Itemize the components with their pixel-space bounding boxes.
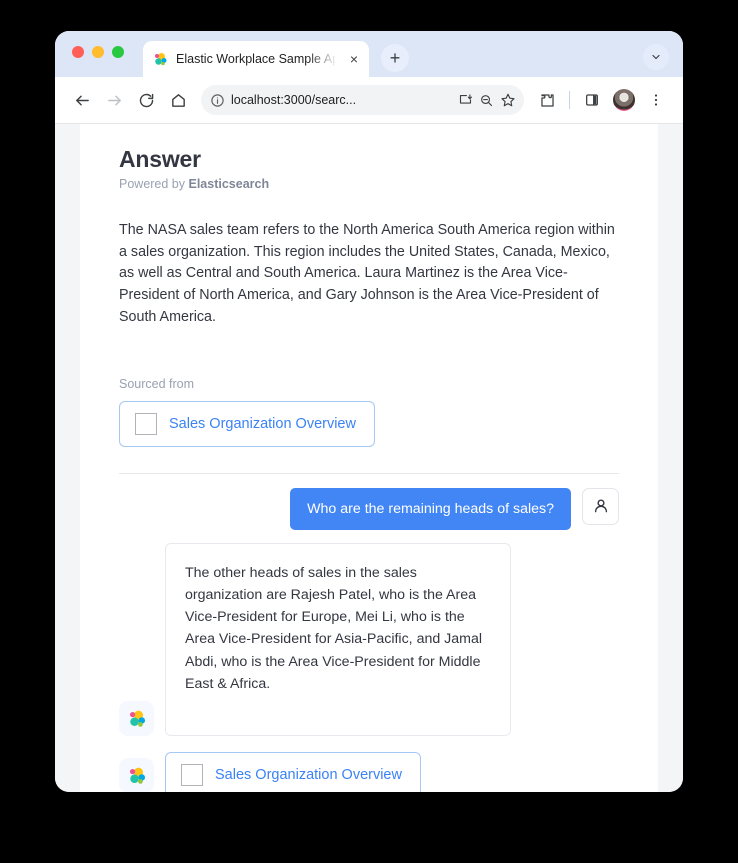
- page-viewport: Answer Powered by Elasticsearch The NASA…: [55, 124, 683, 792]
- browser-tab-strip: Elastic Workplace Sample App × +: [55, 31, 683, 77]
- user-avatar-icon[interactable]: [582, 487, 619, 525]
- powered-by-label: Powered by Elasticsearch: [119, 177, 619, 191]
- browser-tab-title: Elastic Workplace Sample App: [176, 52, 337, 66]
- minimize-window-button[interactable]: [92, 46, 104, 58]
- close-window-button[interactable]: [72, 46, 84, 58]
- user-message-turn: Who are the remaining heads of sales?: [119, 487, 619, 530]
- three-dot-menu-icon[interactable]: [641, 85, 671, 115]
- page-content: Answer Powered by Elasticsearch The NASA…: [80, 124, 658, 792]
- answer-body-text: The NASA sales team refers to the North …: [119, 222, 615, 325]
- desktop-backdrop: Elastic Workplace Sample App × + localho…: [0, 0, 738, 863]
- assistant-message-turn: The other heads of sales in the sales or…: [119, 542, 619, 737]
- powered-by-prefix: Powered by: [119, 177, 189, 191]
- window-traffic-lights: [72, 46, 124, 58]
- elastic-logo-icon: [152, 51, 168, 67]
- forward-arrow-icon: [99, 85, 129, 115]
- sourced-from-label: Sourced from: [119, 376, 195, 391]
- side-panel-icon[interactable]: [577, 85, 607, 115]
- elastic-logo-icon: [119, 757, 154, 792]
- toolbar-divider: [569, 91, 570, 109]
- home-icon[interactable]: [163, 85, 193, 115]
- source-document-label[interactable]: Sales Organization Overview: [169, 416, 356, 432]
- info-circle-icon[interactable]: [210, 93, 225, 108]
- assistant-source-document-label[interactable]: Sales Organization Overview: [215, 767, 402, 783]
- zoom-out-icon[interactable]: [479, 93, 494, 108]
- powered-by-brand: Elasticsearch: [188, 177, 270, 191]
- document-icon: [135, 412, 157, 435]
- install-app-icon[interactable]: [458, 93, 473, 108]
- source-document-chip[interactable]: Sales Organization Overview: [119, 400, 375, 447]
- reload-icon[interactable]: [131, 85, 161, 115]
- assistant-source-turn: Sales Organization Overview: [119, 752, 619, 792]
- elastic-logo-icon: [119, 701, 154, 737]
- profile-avatar[interactable]: [609, 85, 639, 115]
- browser-toolbar: localhost:3000/searc...: [55, 77, 683, 124]
- browser-tab[interactable]: Elastic Workplace Sample App ×: [143, 41, 369, 77]
- browser-window: Elastic Workplace Sample App × + localho…: [55, 31, 683, 792]
- address-bar-url[interactable]: localhost:3000/searc...: [231, 93, 452, 107]
- maximize-window-button[interactable]: [112, 46, 124, 58]
- page-title: Answer: [119, 146, 201, 172]
- back-arrow-icon[interactable]: [67, 85, 97, 115]
- assistant-message-bubble: The other heads of sales in the sales or…: [165, 542, 511, 737]
- star-icon[interactable]: [500, 92, 516, 108]
- document-icon: [181, 764, 203, 787]
- extensions-puzzle-icon[interactable]: [532, 85, 562, 115]
- user-message-bubble: Who are the remaining heads of sales?: [290, 487, 571, 530]
- close-tab-button[interactable]: ×: [345, 50, 363, 68]
- assistant-source-document-chip[interactable]: Sales Organization Overview: [165, 752, 421, 792]
- new-tab-button[interactable]: +: [381, 44, 409, 72]
- address-bar[interactable]: localhost:3000/searc...: [201, 85, 524, 115]
- chevron-down-icon[interactable]: [643, 44, 669, 70]
- section-divider: [119, 472, 619, 474]
